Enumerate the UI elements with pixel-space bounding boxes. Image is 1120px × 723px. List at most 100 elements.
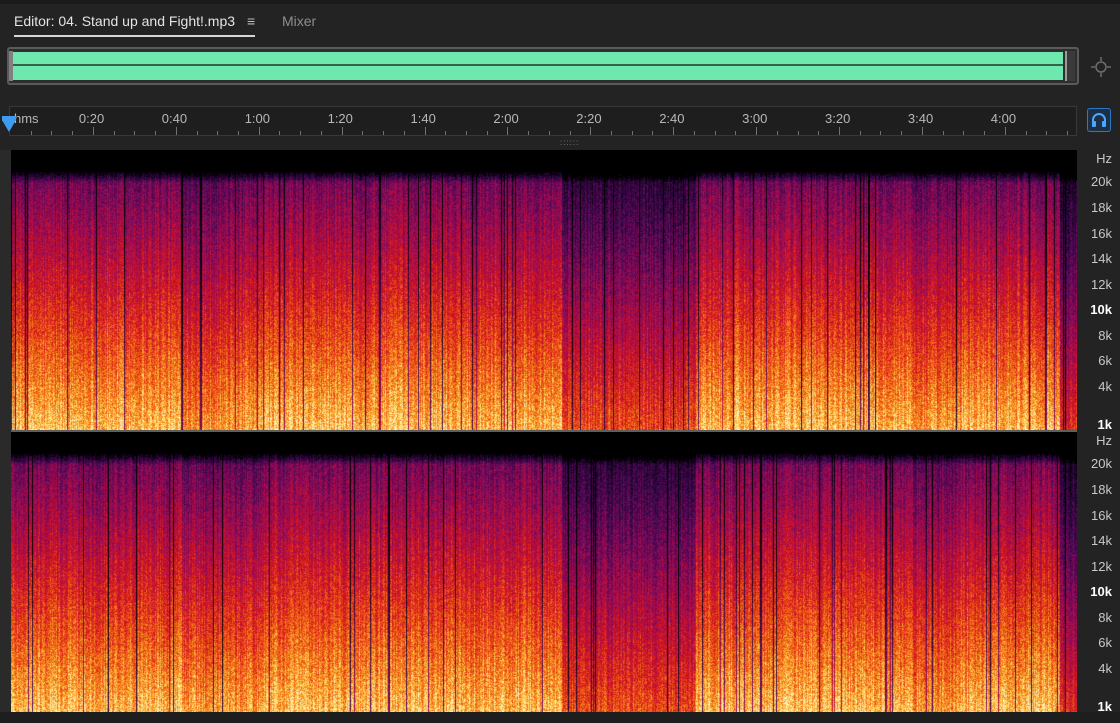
ruler-time-label: 4:00 [990, 111, 1017, 126]
monitor-button[interactable] [1087, 108, 1111, 132]
tab-mixer[interactable]: Mixer [282, 13, 316, 29]
ruler-minor-tick [1046, 131, 1048, 135]
frequency-label: 16k [1091, 226, 1112, 241]
ruler-minor-tick [963, 131, 965, 135]
waveform-overview[interactable] [7, 47, 1079, 85]
tab-editor[interactable]: Editor: 04. Stand up and Fight!.mp3 ≡ [14, 13, 256, 37]
ruler-minor-tick [652, 131, 654, 135]
ruler-unit-label: hms [14, 111, 39, 126]
ruler-minor-tick [631, 131, 633, 135]
ruler-time-label: 2:20 [576, 111, 602, 126]
left-gutter [0, 150, 11, 712]
panel-resize-gripper[interactable]: :::::: [560, 138, 604, 148]
ruler-minor-tick [30, 131, 32, 135]
ruler-minor-tick [693, 131, 695, 135]
ruler-major-tick [673, 127, 675, 135]
ruler-minor-tick [859, 131, 861, 135]
ruler-minor-tick [362, 131, 364, 135]
tab-editor-label: Editor: 04. Stand up and Fight!.mp3 [14, 13, 236, 29]
frequency-scale-left: Hz 20k 18k 16k 14k 12k 10k 8k 6k 4k 1k [1077, 150, 1120, 432]
hamburger-menu-icon[interactable]: ≡ [247, 13, 255, 29]
overview-left-handle[interactable] [9, 51, 13, 81]
ruler-minor-tick [155, 131, 157, 135]
frequency-label: 12k [1091, 559, 1112, 574]
ruler-minor-tick [237, 131, 239, 135]
ruler-minor-tick [1025, 131, 1027, 135]
bottom-strip [0, 712, 1120, 723]
ruler-minor-tick [548, 131, 550, 135]
frequency-label: 8k [1098, 328, 1112, 343]
ruler-minor-tick [196, 131, 198, 135]
ruler-time-label: 0:40 [161, 111, 188, 126]
ruler-minor-tick [279, 131, 281, 135]
ruler-minor-tick [383, 131, 385, 135]
ruler-time-label: 3:00 [742, 111, 768, 126]
time-ruler[interactable]: hms 0:20 0:40 1:00 1:20 1:40 2:00 2:20 2:40 3:00… [9, 106, 1077, 136]
frequency-label: 14k [1091, 533, 1112, 548]
frequency-label: 16k [1091, 508, 1112, 523]
ruler-time-label: 2:00 [493, 111, 519, 126]
frequency-label: 20k [1091, 174, 1112, 189]
frequency-unit-label: Hz [1096, 433, 1112, 448]
ruler-minor-tick [465, 131, 467, 135]
ruler-major-tick [92, 127, 94, 135]
ruler-major-tick [341, 127, 343, 135]
frequency-label: 20k [1091, 456, 1112, 471]
spectrogram-channel-right[interactable] [11, 432, 1077, 712]
ruler-major-tick [507, 127, 509, 135]
ruler-major-tick [590, 127, 592, 135]
ruler-time-label: 2:40 [659, 111, 685, 126]
ruler-minor-tick [134, 131, 136, 135]
frequency-label: 4k [1098, 661, 1112, 676]
ruler-minor-tick [818, 131, 820, 135]
frequency-label: 6k [1098, 353, 1112, 368]
spectrogram-left-canvas [11, 150, 1077, 430]
ruler-time-label: 1:20 [327, 111, 353, 126]
ruler-minor-tick [72, 131, 74, 135]
ruler-minor-tick [51, 131, 53, 135]
playhead-icon[interactable] [2, 120, 16, 132]
ruler-minor-tick [217, 131, 219, 135]
frequency-label: 18k [1091, 200, 1112, 215]
ruler-major-tick [839, 127, 840, 135]
frequency-label: 10k [1090, 302, 1112, 317]
ruler-minor-tick [984, 131, 986, 135]
ruler-minor-tick [735, 131, 737, 135]
overview-right-handle[interactable] [1065, 51, 1075, 81]
ruler-major-tick [756, 127, 758, 135]
ruler-major-tick [175, 127, 177, 135]
ruler-minor-tick [901, 131, 903, 135]
ruler-major-tick [921, 127, 923, 135]
ruler-minor-tick [714, 131, 716, 135]
frequency-label: 12k [1091, 277, 1112, 292]
ruler-minor-tick [1066, 131, 1068, 135]
frequency-label: 6k [1098, 635, 1112, 650]
ruler-time-label: 1:40 [410, 111, 436, 126]
overview-waveform [13, 52, 1063, 80]
ruler-minor-tick [797, 131, 799, 135]
frequency-label: 14k [1091, 251, 1112, 266]
ruler-minor-tick [300, 131, 302, 135]
frequency-label: 10k [1090, 584, 1112, 599]
overview-waveform-centerline [13, 64, 1063, 66]
ruler-time-label: 3:20 [825, 111, 851, 126]
ruler-time-label: 0:20 [78, 111, 105, 126]
ruler-minor-tick [445, 131, 447, 135]
spectrogram-right-canvas [11, 432, 1077, 712]
frequency-label: 18k [1091, 482, 1112, 497]
ruler-major-tick [1004, 127, 1006, 135]
frequency-label: 4k [1098, 379, 1112, 394]
frequency-scale-right: Hz 20k 18k 16k 14k 12k 10k 8k 6k 4k 1k [1077, 432, 1120, 714]
ruler-minor-tick [113, 131, 115, 135]
ruler-minor-tick [880, 131, 882, 135]
frequency-label: 8k [1098, 610, 1112, 625]
zoom-to-fit-icon[interactable] [1090, 56, 1112, 78]
ruler-major-tick [424, 127, 426, 135]
ruler-minor-tick [486, 131, 488, 135]
ruler-minor-tick [611, 131, 613, 135]
spectrogram-channel-left[interactable] [11, 150, 1077, 430]
headphones-icon [1092, 113, 1106, 127]
frequency-label: 1k [1097, 417, 1112, 432]
ruler-minor-tick [528, 131, 530, 135]
ruler-minor-tick [776, 131, 778, 135]
